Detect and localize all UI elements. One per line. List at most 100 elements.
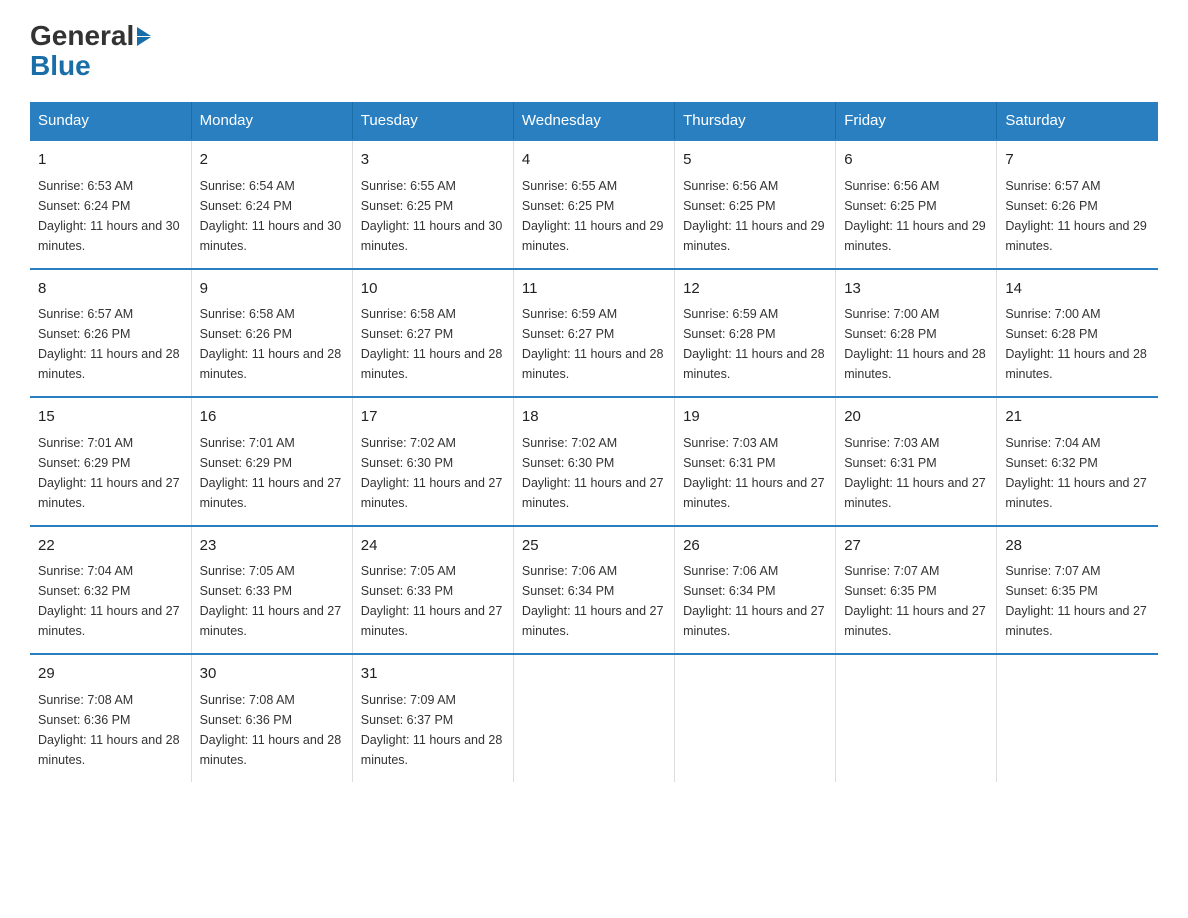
day-info: Sunrise: 7:00 AMSunset: 6:28 PMDaylight:…	[1005, 307, 1147, 381]
calendar-cell: 20Sunrise: 7:03 AMSunset: 6:31 PMDayligh…	[836, 397, 997, 526]
calendar-cell: 26Sunrise: 7:06 AMSunset: 6:34 PMDayligh…	[675, 526, 836, 655]
calendar-cell	[513, 654, 674, 782]
calendar-cell: 22 Sunrise: 7:04 AMSunset: 6:32 PMDayligh…	[30, 526, 191, 655]
logo-general-text: General	[30, 20, 134, 52]
header-thursday: Thursday	[675, 102, 836, 140]
day-number: 12	[683, 278, 827, 301]
calendar-cell: 25Sunrise: 7:06 AMSunset: 6:34 PMDayligh…	[513, 526, 674, 655]
day-info: Sunrise: 7:00 AMSunset: 6:28 PMDaylight:…	[844, 307, 986, 381]
calendar-cell: 23 Sunrise: 7:05 AMSunset: 6:33 PMDayligh…	[191, 526, 352, 655]
calendar-cell: 7 Sunrise: 6:57 AMSunset: 6:26 PMDaylight…	[997, 140, 1158, 269]
day-info: Sunrise: 7:09 AMSunset: 6:37 PMDaylight:…	[361, 693, 503, 767]
day-number: 5	[683, 149, 827, 172]
day-info: Sunrise: 6:55 AMSunset: 6:25 PMDaylight:…	[361, 179, 503, 253]
calendar-cell: 27 Sunrise: 7:07 AMSunset: 6:35 PMDayligh…	[836, 526, 997, 655]
day-info: Sunrise: 7:08 AMSunset: 6:36 PMDaylight:…	[38, 693, 180, 767]
calendar-cell: 6Sunrise: 6:56 AMSunset: 6:25 PMDaylight…	[836, 140, 997, 269]
day-number: 17	[361, 406, 505, 429]
calendar-cell: 31 Sunrise: 7:09 AMSunset: 6:37 PMDayligh…	[352, 654, 513, 782]
day-number: 22	[38, 535, 183, 558]
day-number: 4	[522, 149, 666, 172]
day-info: Sunrise: 7:01 AMSunset: 6:29 PMDaylight:…	[38, 436, 180, 510]
calendar-cell: 9Sunrise: 6:58 AMSunset: 6:26 PMDaylight…	[191, 269, 352, 398]
header-wednesday: Wednesday	[513, 102, 674, 140]
calendar-week-row: 29 Sunrise: 7:08 AMSunset: 6:36 PMDayligh…	[30, 654, 1158, 782]
calendar-cell: 29 Sunrise: 7:08 AMSunset: 6:36 PMDayligh…	[30, 654, 191, 782]
day-number: 15	[38, 406, 183, 429]
day-info: Sunrise: 6:55 AMSunset: 6:25 PMDaylight:…	[522, 179, 664, 253]
day-number: 6	[844, 149, 988, 172]
day-info: Sunrise: 7:02 AMSunset: 6:30 PMDaylight:…	[522, 436, 664, 510]
logo-blue-row: Blue	[30, 50, 91, 82]
calendar-cell: 10 Sunrise: 6:58 AMSunset: 6:27 PMDayligh…	[352, 269, 513, 398]
calendar-week-row: 8Sunrise: 6:57 AMSunset: 6:26 PMDaylight…	[30, 269, 1158, 398]
calendar-cell	[675, 654, 836, 782]
day-number: 31	[361, 663, 505, 686]
day-number: 29	[38, 663, 183, 686]
logo-arrow-bottom-icon	[137, 37, 151, 46]
calendar-week-row: 15 Sunrise: 7:01 AMSunset: 6:29 PMDayligh…	[30, 397, 1158, 526]
day-number: 16	[200, 406, 344, 429]
day-info: Sunrise: 6:56 AMSunset: 6:25 PMDaylight:…	[683, 179, 825, 253]
day-number: 2	[200, 149, 344, 172]
calendar-cell: 4 Sunrise: 6:55 AMSunset: 6:25 PMDaylight…	[513, 140, 674, 269]
calendar-cell: 1 Sunrise: 6:53 AMSunset: 6:24 PMDaylight…	[30, 140, 191, 269]
calendar-cell: 3 Sunrise: 6:55 AMSunset: 6:25 PMDaylight…	[352, 140, 513, 269]
day-info: Sunrise: 7:06 AMSunset: 6:34 PMDaylight:…	[683, 564, 825, 638]
day-number: 11	[522, 278, 666, 301]
calendar-cell: 15 Sunrise: 7:01 AMSunset: 6:29 PMDayligh…	[30, 397, 191, 526]
logo-top: General	[30, 20, 151, 52]
day-number: 24	[361, 535, 505, 558]
day-number: 14	[1005, 278, 1150, 301]
calendar-cell: 2 Sunrise: 6:54 AMSunset: 6:24 PMDaylight…	[191, 140, 352, 269]
calendar-cell: 8Sunrise: 6:57 AMSunset: 6:26 PMDaylight…	[30, 269, 191, 398]
day-info: Sunrise: 7:02 AMSunset: 6:30 PMDaylight:…	[361, 436, 503, 510]
day-info: Sunrise: 6:54 AMSunset: 6:24 PMDaylight:…	[200, 179, 342, 253]
day-number: 27	[844, 535, 988, 558]
header-tuesday: Tuesday	[352, 102, 513, 140]
calendar-cell: 30 Sunrise: 7:08 AMSunset: 6:36 PMDayligh…	[191, 654, 352, 782]
calendar-cell: 17 Sunrise: 7:02 AMSunset: 6:30 PMDayligh…	[352, 397, 513, 526]
day-info: Sunrise: 6:58 AMSunset: 6:27 PMDaylight:…	[361, 307, 503, 381]
day-info: Sunrise: 7:08 AMSunset: 6:36 PMDaylight:…	[200, 693, 342, 767]
day-info: Sunrise: 7:05 AMSunset: 6:33 PMDaylight:…	[200, 564, 342, 638]
day-number: 20	[844, 406, 988, 429]
day-number: 10	[361, 278, 505, 301]
calendar-cell: 5 Sunrise: 6:56 AMSunset: 6:25 PMDaylight…	[675, 140, 836, 269]
day-number: 8	[38, 278, 183, 301]
calendar-cell: 24Sunrise: 7:05 AMSunset: 6:33 PMDayligh…	[352, 526, 513, 655]
calendar-cell: 16 Sunrise: 7:01 AMSunset: 6:29 PMDayligh…	[191, 397, 352, 526]
logo-arrow-top-icon	[137, 27, 151, 36]
day-number: 30	[200, 663, 344, 686]
day-number: 18	[522, 406, 666, 429]
calendar-cell: 21 Sunrise: 7:04 AMSunset: 6:32 PMDayligh…	[997, 397, 1158, 526]
calendar-week-row: 1 Sunrise: 6:53 AMSunset: 6:24 PMDaylight…	[30, 140, 1158, 269]
day-info: Sunrise: 6:53 AMSunset: 6:24 PMDaylight:…	[38, 179, 180, 253]
day-info: Sunrise: 6:59 AMSunset: 6:27 PMDaylight:…	[522, 307, 664, 381]
calendar-cell	[836, 654, 997, 782]
day-number: 9	[200, 278, 344, 301]
logo-blue-text: Blue	[30, 50, 91, 81]
day-number: 21	[1005, 406, 1150, 429]
day-info: Sunrise: 7:04 AMSunset: 6:32 PMDaylight:…	[1005, 436, 1147, 510]
calendar-cell: 13 Sunrise: 7:00 AMSunset: 6:28 PMDayligh…	[836, 269, 997, 398]
calendar-table: SundayMondayTuesdayWednesdayThursdayFrid…	[30, 102, 1158, 782]
calendar-cell	[997, 654, 1158, 782]
page-header: General Blue	[30, 20, 1158, 82]
day-info: Sunrise: 7:07 AMSunset: 6:35 PMDaylight:…	[1005, 564, 1147, 638]
day-number: 7	[1005, 149, 1150, 172]
day-number: 25	[522, 535, 666, 558]
day-number: 13	[844, 278, 988, 301]
day-info: Sunrise: 7:07 AMSunset: 6:35 PMDaylight:…	[844, 564, 986, 638]
day-info: Sunrise: 7:04 AMSunset: 6:32 PMDaylight:…	[38, 564, 180, 638]
day-number: 3	[361, 149, 505, 172]
day-info: Sunrise: 6:57 AMSunset: 6:26 PMDaylight:…	[1005, 179, 1147, 253]
calendar-cell: 19Sunrise: 7:03 AMSunset: 6:31 PMDayligh…	[675, 397, 836, 526]
calendar-cell: 18 Sunrise: 7:02 AMSunset: 6:30 PMDayligh…	[513, 397, 674, 526]
day-number: 23	[200, 535, 344, 558]
day-number: 1	[38, 149, 183, 172]
day-number: 19	[683, 406, 827, 429]
calendar-cell: 12Sunrise: 6:59 AMSunset: 6:28 PMDayligh…	[675, 269, 836, 398]
day-number: 28	[1005, 535, 1150, 558]
day-info: Sunrise: 7:01 AMSunset: 6:29 PMDaylight:…	[200, 436, 342, 510]
